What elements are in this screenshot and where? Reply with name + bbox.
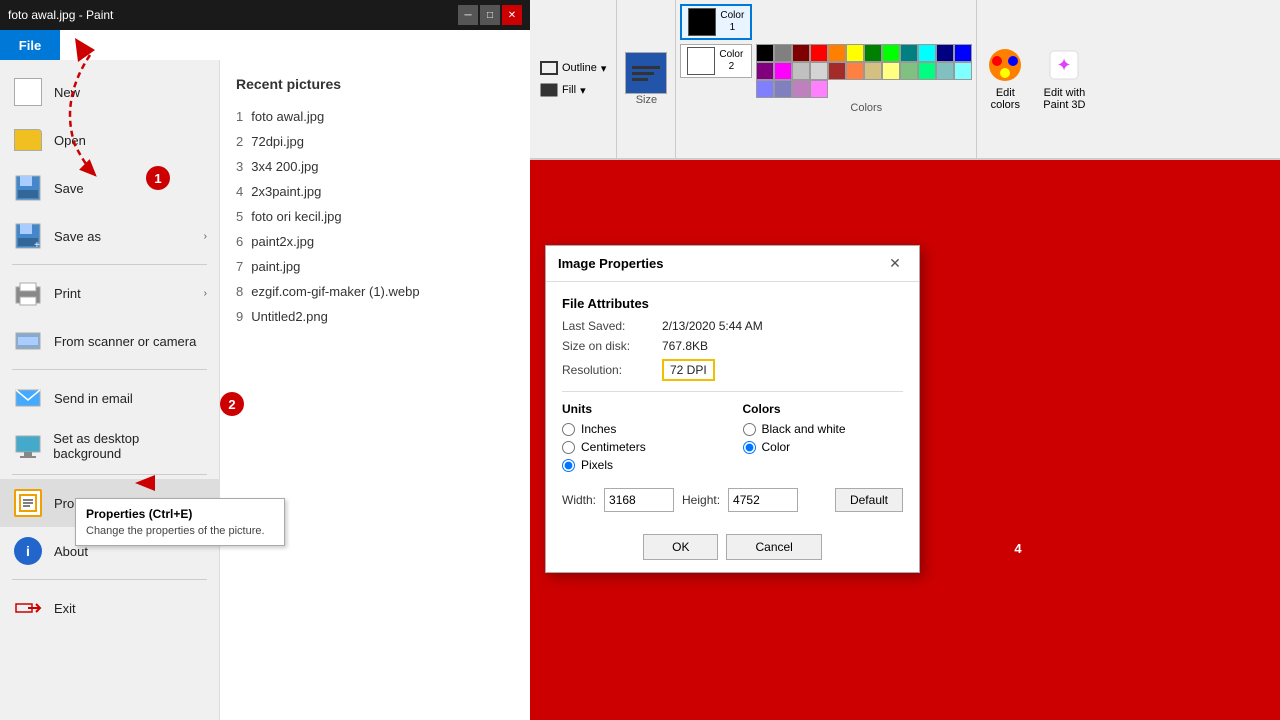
black-white-radio-row: Black and white <box>743 422 904 436</box>
height-label: Height: <box>682 493 720 507</box>
size-on-disk-label: Size on disk: <box>562 339 662 353</box>
size-on-disk-row: Size on disk: 767.8KB <box>562 339 903 353</box>
width-label: Width: <box>562 493 596 507</box>
ok-button[interactable]: OK <box>643 534 718 560</box>
cancel-button[interactable]: Cancel <box>726 534 821 560</box>
color-radio-row: Color <box>743 440 904 454</box>
centimeters-radio[interactable] <box>562 441 575 454</box>
inches-radio[interactable] <box>562 423 575 436</box>
dialog-body: File Attributes Last Saved: 2/13/2020 5:… <box>546 282 919 526</box>
centimeters-radio-row: Centimeters <box>562 440 723 454</box>
centimeters-label: Centimeters <box>581 440 646 454</box>
dialog-title: Image Properties <box>558 256 883 271</box>
pixels-label: Pixels <box>581 458 613 472</box>
default-button[interactable]: Default <box>835 488 903 512</box>
height-input[interactable] <box>728 488 798 512</box>
pixels-radio[interactable] <box>562 459 575 472</box>
resolution-value: 72 DPI <box>662 359 715 381</box>
last-saved-value: 2/13/2020 5:44 AM <box>662 319 763 333</box>
resolution-row: Resolution: 72 DPI <box>562 359 903 381</box>
last-saved-label: Last Saved: <box>562 319 662 333</box>
resolution-label: Resolution: <box>562 363 662 377</box>
dialog-divider <box>562 391 903 392</box>
color-radio[interactable] <box>743 441 756 454</box>
colors-column: Colors Black and white Color <box>743 402 904 476</box>
colors-col-label: Colors <box>743 402 904 416</box>
dialog-overlay: Image Properties ✕ File Attributes Last … <box>0 0 1280 720</box>
width-input[interactable] <box>604 488 674 512</box>
dialog-footer: OK Cancel <box>546 526 919 572</box>
pixels-radio-row: Pixels <box>562 458 723 472</box>
units-colors-row: Units Inches Centimeters Pixels <box>562 402 903 476</box>
units-column: Units Inches Centimeters Pixels <box>562 402 723 476</box>
black-white-radio[interactable] <box>743 423 756 436</box>
dimensions-row: Width: Height: Default <box>562 488 903 512</box>
units-label: Units <box>562 402 723 416</box>
inches-radio-row: Inches <box>562 422 723 436</box>
inches-label: Inches <box>581 422 616 436</box>
image-properties-dialog: Image Properties ✕ File Attributes Last … <box>545 245 920 573</box>
size-on-disk-value: 767.8KB <box>662 339 708 353</box>
dialog-close-button[interactable]: ✕ <box>883 252 907 276</box>
dialog-titlebar: Image Properties ✕ <box>546 246 919 282</box>
last-saved-row: Last Saved: 2/13/2020 5:44 AM <box>562 319 903 333</box>
black-white-label: Black and white <box>762 422 846 436</box>
color-label: Color <box>762 440 791 454</box>
file-attributes-label: File Attributes <box>562 296 903 311</box>
